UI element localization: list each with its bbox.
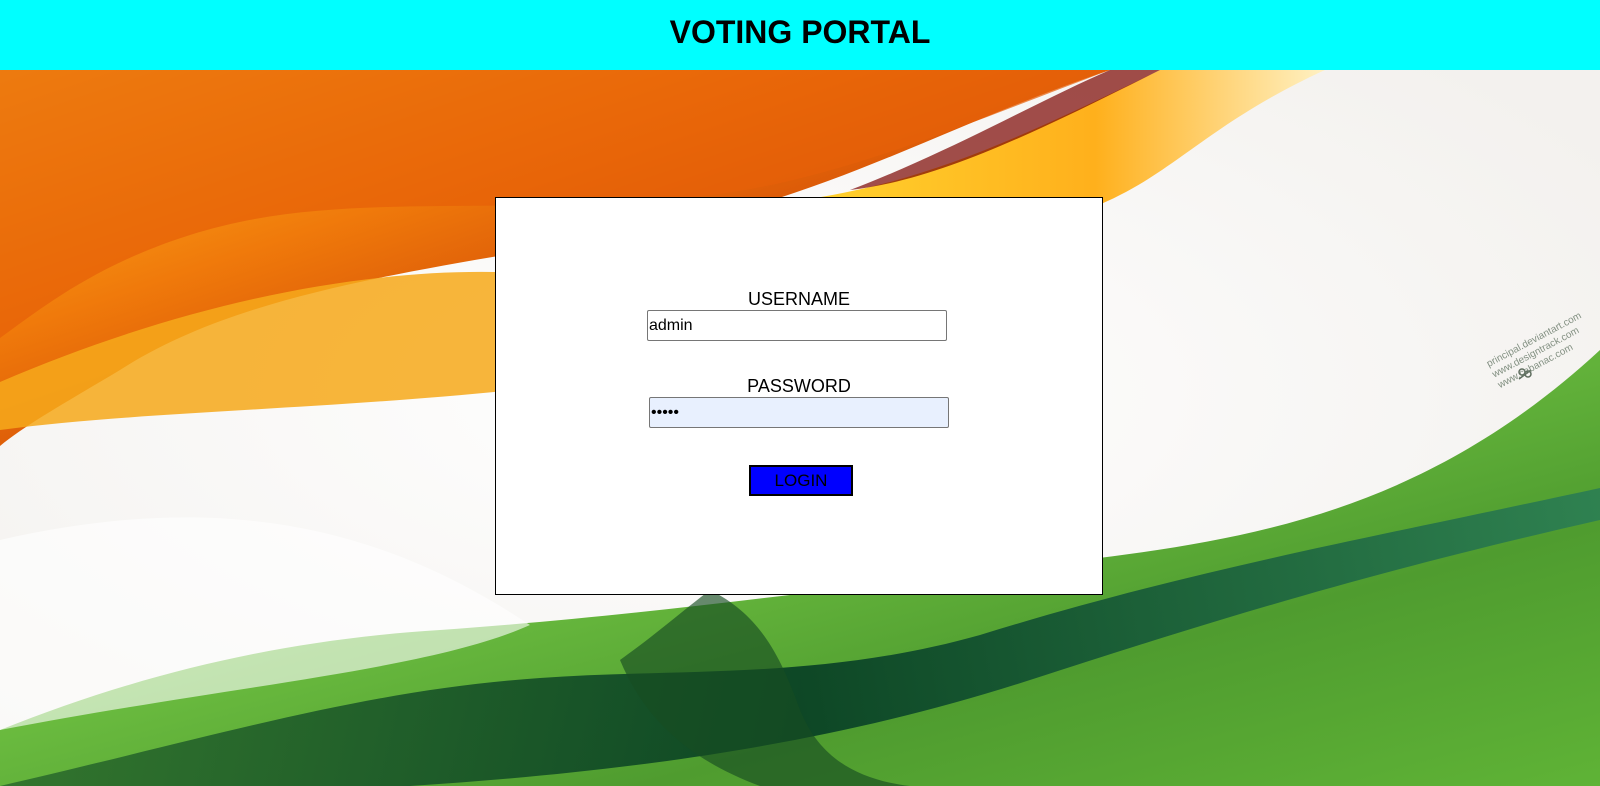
login-button[interactable]: LOGIN (749, 465, 853, 496)
password-input[interactable] (649, 397, 949, 428)
page-title: VOTING PORTAL (669, 14, 931, 50)
page-header: VOTING PORTAL (0, 0, 1600, 70)
username-input[interactable] (647, 310, 947, 341)
password-label: PASSWORD (747, 376, 851, 396)
login-card: USERNAME PASSWORD LOGIN (495, 197, 1103, 595)
username-label: USERNAME (747, 289, 850, 309)
